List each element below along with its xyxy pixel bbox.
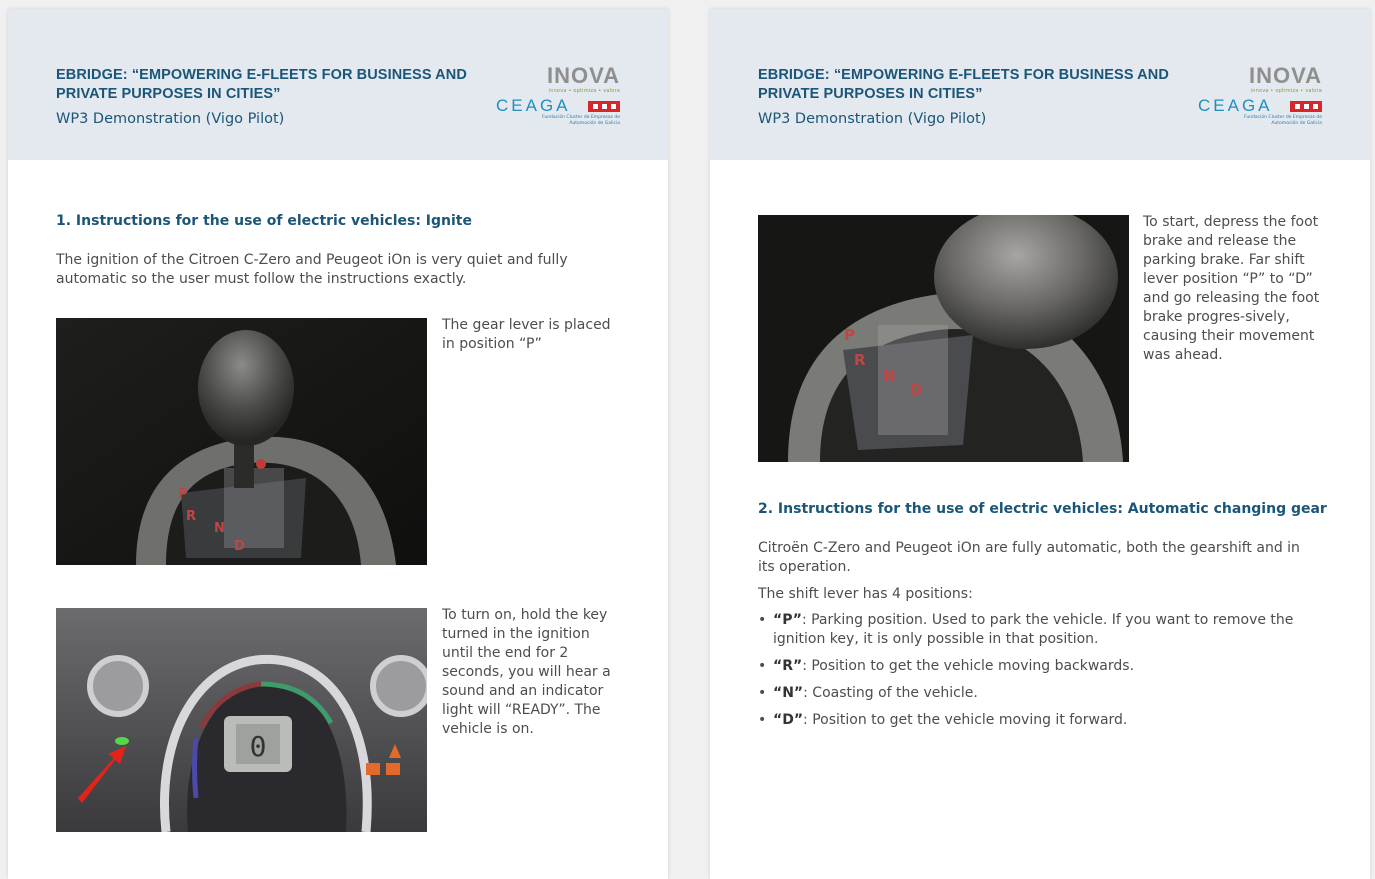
ceaga-flag-icon xyxy=(1290,101,1322,112)
partner-logos: INOVA innova • optimiza • valora CEAGA F… xyxy=(494,65,624,133)
dashboard-readout: 0 xyxy=(250,730,267,763)
document-page-1: EBRIDGE: “EMPOWERING E-FLEETS FOR BUSINE… xyxy=(8,9,668,879)
ceaga-caption: Fundación Cluster de Empresas de Automoc… xyxy=(1244,115,1322,126)
list-item: “P”: Parking position. Used to park the … xyxy=(758,611,1318,649)
document-title: EBRIDGE: “EMPOWERING E-FLEETS FOR BUSINE… xyxy=(56,67,467,102)
inova-tagline: innova • optimiza • valora xyxy=(1250,88,1322,94)
intro-paragraph: The ignition of the Citroen C-Zero and P… xyxy=(56,252,568,287)
ceaga-caption: Fundación Cluster de Empresas de Automoc… xyxy=(542,115,620,126)
start-caption: To start, depress the foot brake and rel… xyxy=(1143,214,1320,363)
ceaga-logo: CEAGA xyxy=(1198,96,1273,115)
ceaga-logo: CEAGA xyxy=(496,96,571,115)
position-text: : Position to get the vehicle moving it … xyxy=(803,712,1128,728)
dashboard-photo: 0 xyxy=(56,608,427,832)
position-key: “R” xyxy=(773,658,803,674)
gear-lever-photo: P R N D xyxy=(56,318,427,565)
section-title-ignite: 1. Instructions for the use of electric … xyxy=(56,213,472,229)
partner-logos: INOVA innova • optimiza • valora CEAGA F… xyxy=(1196,65,1326,133)
document-subtitle: WP3 Demonstration (Vigo Pilot) xyxy=(758,111,987,127)
position-text: : Position to get the vehicle moving bac… xyxy=(802,658,1135,674)
position-key: “D” xyxy=(773,712,804,728)
gear-paragraph-1: Citroën C-Zero and Peugeot iOn are fully… xyxy=(758,540,1300,575)
position-text: : Parking position. Used to park the veh… xyxy=(773,612,1294,647)
section-title-gear: 2. Instructions for the use of electric … xyxy=(758,501,1327,517)
position-text: : Coasting of the vehicle. xyxy=(803,685,978,701)
gear-paragraph-2: The shift lever has 4 positions: xyxy=(758,586,973,602)
document-title: EBRIDGE: “EMPOWERING E-FLEETS FOR BUSINE… xyxy=(758,67,1169,102)
list-item: “R”: Position to get the vehicle moving … xyxy=(758,657,1318,676)
gear-letter-p: P xyxy=(844,326,855,344)
gear-letter-d: D xyxy=(910,381,922,399)
inova-logo: INOVA xyxy=(546,63,620,88)
gear-letter-r: R xyxy=(186,509,196,524)
gear-letter-p: P xyxy=(178,487,188,502)
gear-lever-caption: The gear lever is placed in position “P” xyxy=(442,317,611,352)
gear-letter-d: D xyxy=(234,539,245,554)
gear-shifter-photo: P R N D xyxy=(758,215,1129,462)
list-item: “D”: Position to get the vehicle moving … xyxy=(758,711,1318,730)
inova-logo: INOVA xyxy=(1248,63,1322,88)
ceaga-flag-icon xyxy=(588,101,620,112)
position-key: “N” xyxy=(773,685,804,701)
document-page-2: EBRIDGE: “EMPOWERING E-FLEETS FOR BUSINE… xyxy=(710,9,1370,879)
position-key: “P” xyxy=(773,612,802,628)
inova-tagline: innova • optimiza • valora xyxy=(548,88,620,94)
document-subtitle: WP3 Demonstration (Vigo Pilot) xyxy=(56,111,285,127)
gear-letter-n: N xyxy=(883,367,896,385)
gear-positions-list: “P”: Parking position. Used to park the … xyxy=(758,611,1318,738)
ignition-caption: To turn on, hold the key turned in the i… xyxy=(442,607,611,737)
gear-letter-r: R xyxy=(854,351,866,369)
gear-letter-n: N xyxy=(214,521,225,536)
list-item: “N”: Coasting of the vehicle. xyxy=(758,684,1318,703)
